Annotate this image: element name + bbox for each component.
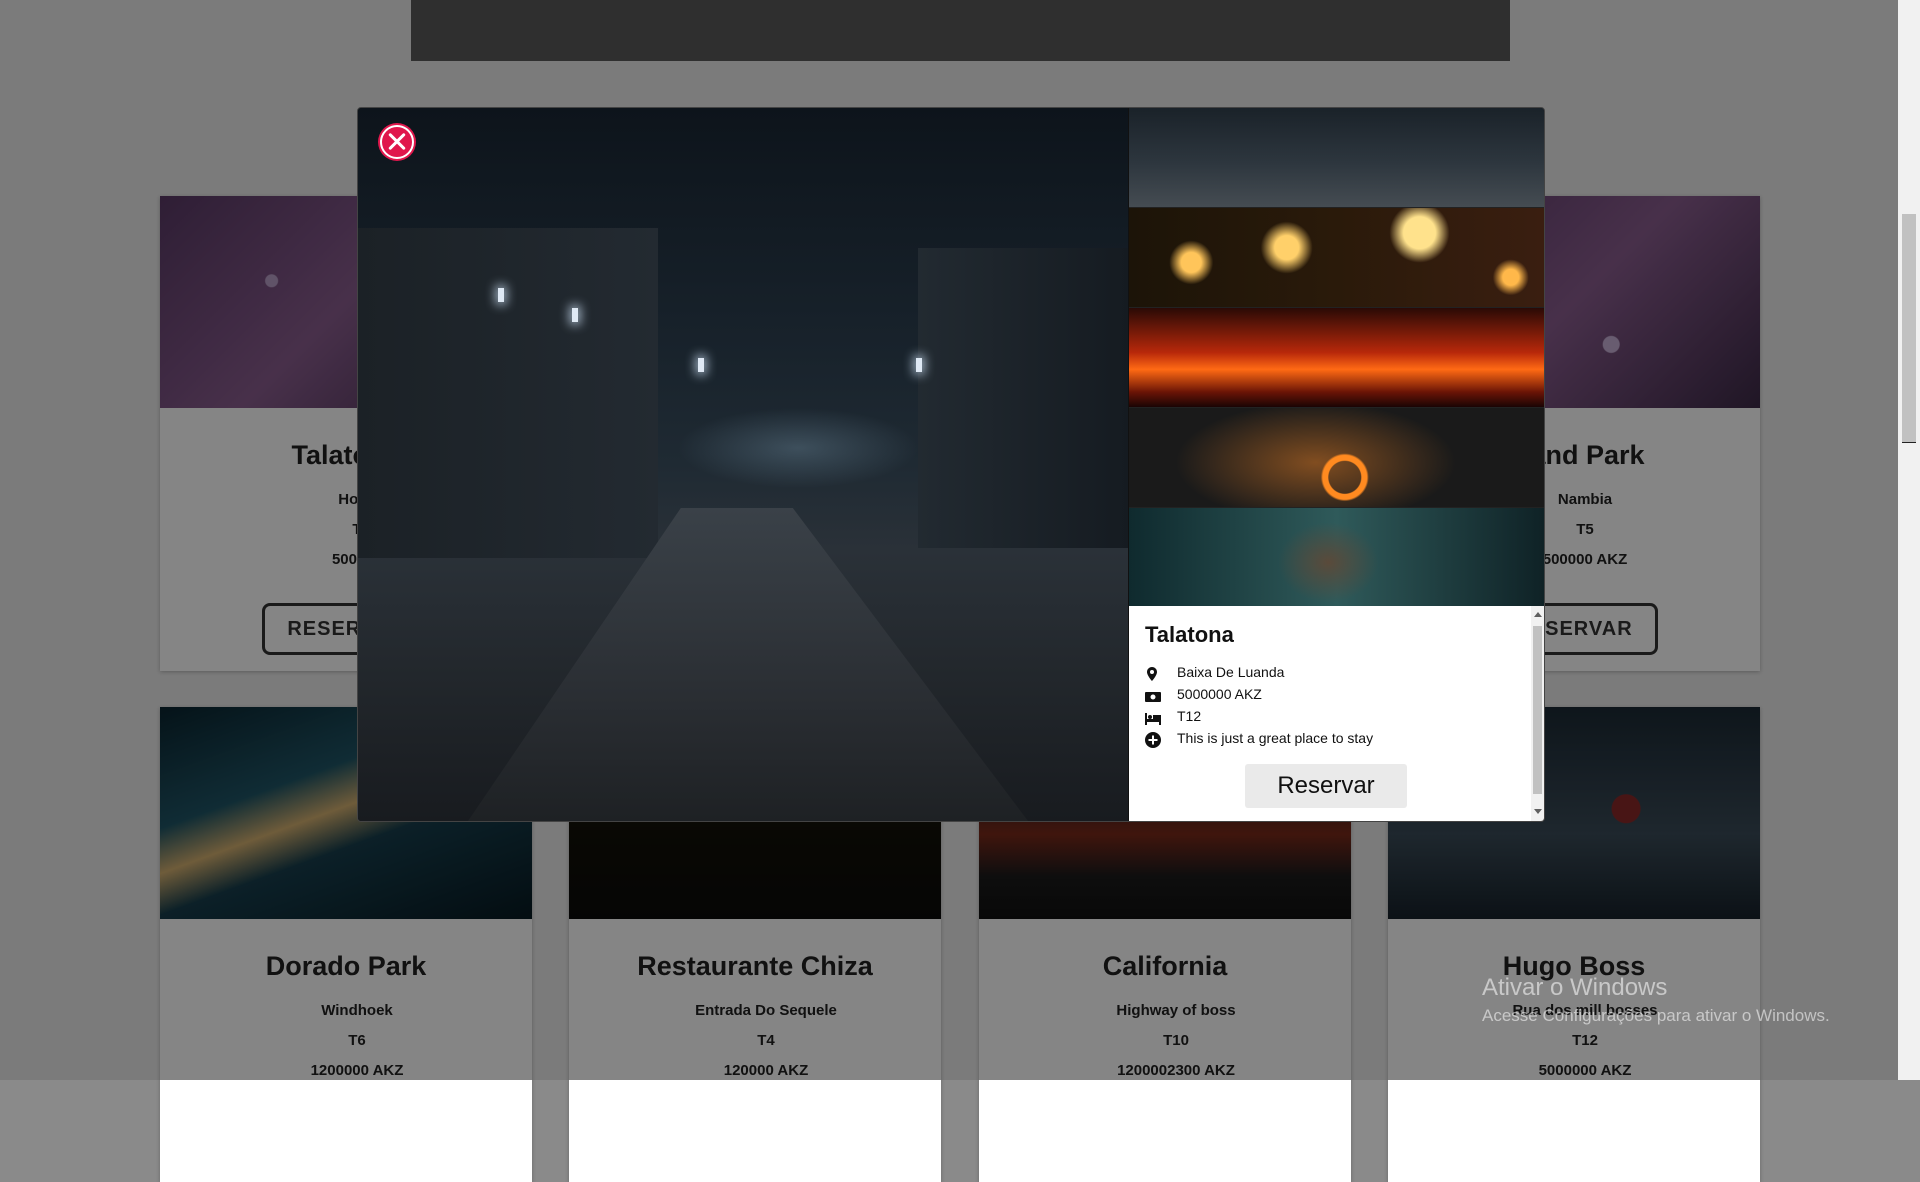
- money-icon: [1145, 688, 1161, 703]
- details-rooms: T12: [1145, 706, 1201, 726]
- thumbnail-light-bulbs[interactable]: [1129, 208, 1544, 308]
- main-image-detail: [918, 248, 1128, 548]
- page-scrollbar[interactable]: [1898, 0, 1920, 1080]
- windows-activation-watermark: Ativar o Windows Acesse Configurações pa…: [1482, 974, 1830, 1026]
- watermark-title: Ativar o Windows: [1482, 974, 1668, 1001]
- close-icon-ring: [380, 125, 414, 159]
- main-image-detail: [916, 358, 922, 372]
- main-image-detail: [572, 308, 578, 322]
- details-scrollbar-thumb[interactable]: [1533, 626, 1542, 794]
- scroll-down-arrow-icon[interactable]: [1534, 809, 1542, 814]
- bed-icon: [1145, 710, 1161, 726]
- main-image-detail: [358, 228, 658, 558]
- main-image-night-street: [358, 108, 1128, 821]
- details-title: Talatona: [1145, 622, 1234, 647]
- thumbnail-steel-wool-fire[interactable]: [1129, 408, 1544, 508]
- page-scrollbar-thumb[interactable]: [1902, 214, 1916, 443]
- details-location: Baixa De Luanda: [1145, 662, 1284, 682]
- main-image-detail: [698, 358, 704, 372]
- thumbnail-elephant-forest[interactable]: [1129, 508, 1544, 608]
- details-panel: Talatona Baixa De Luanda 5000000 AKZ T12…: [1129, 606, 1531, 821]
- watermark-subtitle: Acesse Configurações para ativar o Windo…: [1482, 1006, 1830, 1025]
- details-description: This is just a great place to stay: [1145, 728, 1373, 749]
- thumbnail-night-street[interactable]: [1129, 108, 1544, 208]
- details-price: 5000000 AKZ: [1145, 684, 1262, 704]
- main-image-detail: [498, 288, 504, 302]
- map-pin-icon: [1145, 666, 1161, 682]
- scroll-up-arrow-icon[interactable]: [1534, 612, 1542, 617]
- close-icon[interactable]: [378, 123, 416, 161]
- thumbnail-sunset-tree[interactable]: [1129, 308, 1544, 408]
- thumbnail-strip: [1129, 108, 1544, 608]
- details-scrollbar[interactable]: [1531, 606, 1544, 821]
- reserve-button[interactable]: Reservar: [1245, 764, 1407, 808]
- gallery-modal: Talatona Baixa De Luanda 5000000 AKZ T12…: [357, 107, 1545, 822]
- plus-circle-icon: [1145, 732, 1161, 749]
